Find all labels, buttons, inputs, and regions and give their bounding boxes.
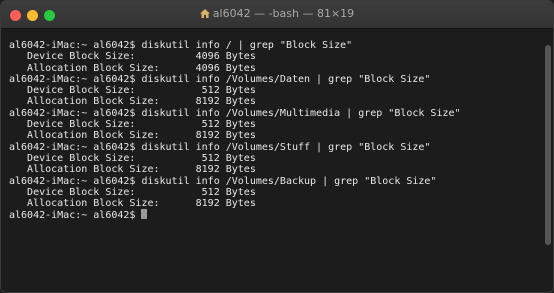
terminal-line: Device Block Size: 4096 Bytes <box>9 51 256 63</box>
terminal-line: Device Block Size: 512 Bytes <box>9 186 256 198</box>
terminal-line: Allocation Block Size: 8192 Bytes <box>9 198 256 210</box>
terminal-line: Allocation Block Size: 8192 Bytes <box>9 164 256 176</box>
prompt-line[interactable]: al6042-iMac:~ al6042$ <box>9 209 541 222</box>
terminal-line: Allocation Block Size: 4096 Bytes <box>9 62 256 74</box>
terminal-line: al6042-iMac:~ al6042$ diskutil info /Vol… <box>9 107 461 119</box>
terminal-output[interactable]: al6042-iMac:~ al6042$ diskutil info / | … <box>1 29 541 292</box>
terminal-line: Device Block Size: 512 Bytes <box>9 152 256 164</box>
terminal-line: Device Block Size: 512 Bytes <box>9 85 256 97</box>
terminal-window: al6042 — -bash — 81×19 al6042-iMac:~ al6… <box>0 0 554 293</box>
terminal-line: al6042-iMac:~ al6042$ diskutil info /Vol… <box>9 141 431 153</box>
window-title: al6042 — -bash — 81×19 <box>212 7 355 20</box>
terminal-line: al6042-iMac:~ al6042$ diskutil info /Vol… <box>9 175 437 187</box>
terminal-line: Allocation Block Size: 8192 Bytes <box>9 130 256 142</box>
home-icon <box>199 9 210 18</box>
terminal-line: al6042-iMac:~ al6042$ diskutil info / | … <box>9 40 353 51</box>
shell-prompt: al6042-iMac:~ al6042$ <box>9 210 142 222</box>
scrollbar[interactable] <box>545 45 551 245</box>
window-title-container: al6042 — -bash — 81×19 <box>1 7 553 20</box>
terminal-line: al6042-iMac:~ al6042$ diskutil info /Vol… <box>9 73 431 85</box>
title-bar[interactable]: al6042 — -bash — 81×19 <box>1 1 553 29</box>
terminal-line: Device Block Size: 512 Bytes <box>9 119 256 131</box>
terminal-line: Allocation Block Size: 8192 Bytes <box>9 96 256 108</box>
text-cursor <box>141 209 148 220</box>
